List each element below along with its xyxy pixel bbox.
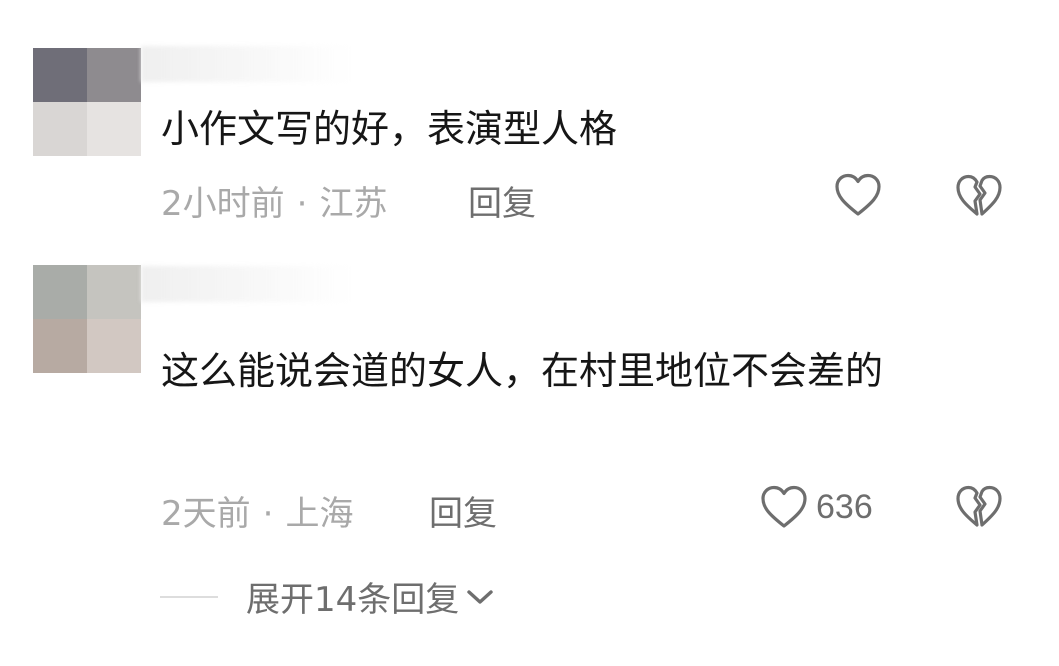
reply-button[interactable]: 回复 <box>429 486 497 535</box>
comment-time: 2小时前 <box>161 184 285 224</box>
comment-location: 上海 <box>285 494 354 534</box>
chevron-down-icon <box>465 587 495 607</box>
username-blurred[interactable] <box>141 46 356 82</box>
expand-replies-label: 展开14条回复 <box>246 580 460 620</box>
comment-location: 江苏 <box>319 184 388 224</box>
heart-outline-icon <box>834 172 882 218</box>
avatar[interactable] <box>33 265 141 373</box>
like-button[interactable] <box>834 172 890 218</box>
comment-meta: 2小时前 · 江苏 <box>161 176 387 225</box>
expand-replies-button[interactable]: 展开14条回复 <box>160 572 495 621</box>
meta-separator: · <box>262 494 274 534</box>
like-count: 636 <box>816 487 873 526</box>
comment-item: 小作文写的好，表演型人格 2小时前 · 江苏 回复 <box>0 0 1059 240</box>
broken-heart-icon[interactable] <box>955 484 1003 530</box>
heart-outline-icon <box>760 484 808 530</box>
broken-heart-icon[interactable] <box>955 173 1003 219</box>
like-button[interactable]: 636 <box>760 484 873 530</box>
reply-button[interactable]: 回复 <box>468 176 536 225</box>
comment-text: 这么能说会道的女人，在村里地位不会差的 <box>161 349 884 393</box>
avatar[interactable] <box>33 48 141 156</box>
comment-item: 这么能说会道的女人，在村里地位不会差的 2天前 · 上海 回复 636 <box>0 240 1059 560</box>
comment-time: 2天前 <box>161 494 251 534</box>
meta-separator: · <box>296 184 308 224</box>
expand-divider-line <box>160 595 218 598</box>
username-blurred[interactable] <box>141 266 356 302</box>
comment-text: 小作文写的好，表演型人格 <box>161 107 618 151</box>
comment-meta: 2天前 · 上海 <box>161 486 353 535</box>
